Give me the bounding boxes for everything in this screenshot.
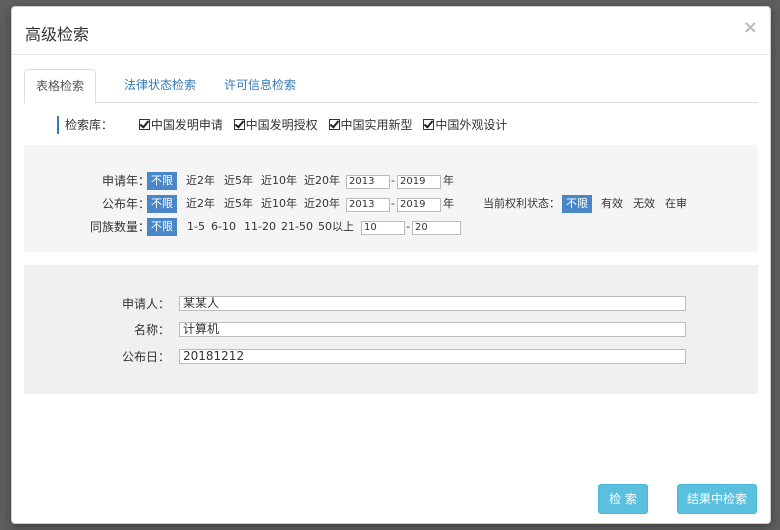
apply-year-option[interactable]: 近20年 — [304, 172, 340, 190]
family-count-row: 同族数量： 不限 1-5 6-10 11-20 21-50 50以上 10 - … — [24, 218, 758, 236]
tab-license-info-search[interactable]: 许可信息检索 — [213, 69, 307, 101]
range-dash: - — [391, 174, 395, 187]
apply-year-unit: 年 — [443, 174, 454, 187]
tab-legal-status-search[interactable]: 法律状态检索 — [113, 69, 207, 101]
name-input[interactable]: 计算机 — [179, 322, 686, 337]
search-button[interactable]: 检 索 — [598, 484, 648, 514]
family-count-option[interactable]: 11-20 — [244, 218, 276, 236]
family-count-to-input[interactable]: 20 — [412, 221, 461, 235]
pub-date-input[interactable]: 20181212 — [179, 349, 686, 364]
search-in-results-button[interactable]: 结果中检索 — [677, 484, 757, 514]
apply-year-option[interactable]: 近10年 — [261, 172, 297, 190]
tab-table-search[interactable]: 表格检索 — [24, 69, 97, 104]
family-count-unlimited-chip[interactable]: 不限 — [147, 218, 177, 236]
db-checkbox-invention-grant[interactable]: 中国发明授权 — [233, 116, 318, 134]
applicant-row: 申请人： 某某人 — [24, 295, 758, 313]
name-label: 名称： — [133, 323, 170, 337]
db-checkbox-invention-application[interactable]: 中国发明申请 — [138, 116, 223, 134]
filter-panel: 申请年： 不限 近2年 近5年 近10年 近20年 2013 - 2019 年 … — [24, 145, 758, 252]
pub-year-label: 公布年： — [101, 197, 150, 211]
database-label: 检索库： — [65, 118, 114, 132]
advanced-search-modal: 高级检索 × 表格检索 法律状态检索 许可信息检索 检索库： 中国发明申请 中国… — [11, 6, 771, 524]
pub-year-option[interactable]: 近10年 — [261, 195, 297, 213]
db-checkbox-utility-model[interactable]: 中国实用新型 — [328, 116, 413, 134]
pub-date-label: 公布日： — [121, 350, 170, 364]
apply-year-from-input[interactable]: 2013 — [346, 175, 390, 189]
right-status-label: 当前权利状态： — [483, 197, 560, 210]
applicant-label: 申请人： — [121, 297, 170, 311]
checkbox-checked-icon — [328, 119, 340, 130]
family-count-from-input[interactable]: 10 — [361, 221, 405, 235]
right-status-option[interactable]: 有效 — [601, 195, 623, 213]
checkbox-checked-icon — [138, 119, 150, 130]
right-status-option[interactable]: 无效 — [633, 195, 655, 213]
close-icon[interactable]: × — [743, 17, 758, 38]
apply-year-row: 申请年： 不限 近2年 近5年 近10年 近20年 2013 - 2019 年 — [24, 172, 758, 190]
pub-year-from-input[interactable]: 2013 — [346, 198, 390, 212]
name-row: 名称： 计算机 — [24, 321, 758, 339]
range-dash: - — [406, 220, 410, 233]
pub-year-option[interactable]: 近2年 — [186, 195, 215, 213]
checkbox-checked-icon — [423, 119, 435, 130]
pub-year-unlimited-chip[interactable]: 不限 — [147, 195, 177, 213]
pub-date-row: 公布日： 20181212 — [24, 348, 758, 366]
range-dash: - — [391, 197, 395, 210]
modal-title: 高级检索 — [25, 25, 90, 44]
pub-year-unit: 年 — [443, 197, 454, 210]
checkbox-checked-icon — [233, 119, 245, 130]
family-count-option[interactable]: 6-10 — [211, 218, 236, 236]
apply-year-label: 申请年： — [101, 174, 150, 188]
family-count-option[interactable]: 1-5 — [187, 218, 205, 236]
apply-year-option[interactable]: 近5年 — [224, 172, 253, 190]
right-status-option[interactable]: 在审 — [665, 195, 687, 213]
apply-year-option[interactable]: 近2年 — [186, 172, 215, 190]
tab-bar: 表格检索 法律状态检索 许可信息检索 — [24, 69, 758, 104]
apply-year-to-input[interactable]: 2019 — [397, 175, 441, 189]
database-selector: 检索库： 中国发明申请 中国发明授权 中国实用新型 中国外观设计 — [57, 116, 514, 134]
pub-year-row: 公布年： 不限 近2年 近5年 近10年 近20年 2013 - 2019 年 … — [24, 195, 758, 213]
family-count-label: 同族数量： — [89, 220, 150, 234]
db-checkbox-design[interactable]: 中国外观设计 — [423, 116, 507, 134]
pub-year-option[interactable]: 近20年 — [304, 195, 340, 213]
pub-year-to-input[interactable]: 2019 — [397, 198, 441, 212]
pub-year-option[interactable]: 近5年 — [224, 195, 253, 213]
applicant-input[interactable]: 某某人 — [179, 296, 686, 311]
text-fields-panel: 申请人： 某某人 名称： 计算机 公布日： 20181212 — [24, 265, 758, 394]
family-count-option[interactable]: 21-50 — [281, 218, 313, 236]
family-count-option[interactable]: 50以上 — [318, 218, 354, 236]
modal-header: 高级检索 × — [12, 7, 770, 55]
apply-year-unlimited-chip[interactable]: 不限 — [147, 172, 177, 190]
right-status-unlimited-chip[interactable]: 不限 — [562, 195, 592, 213]
